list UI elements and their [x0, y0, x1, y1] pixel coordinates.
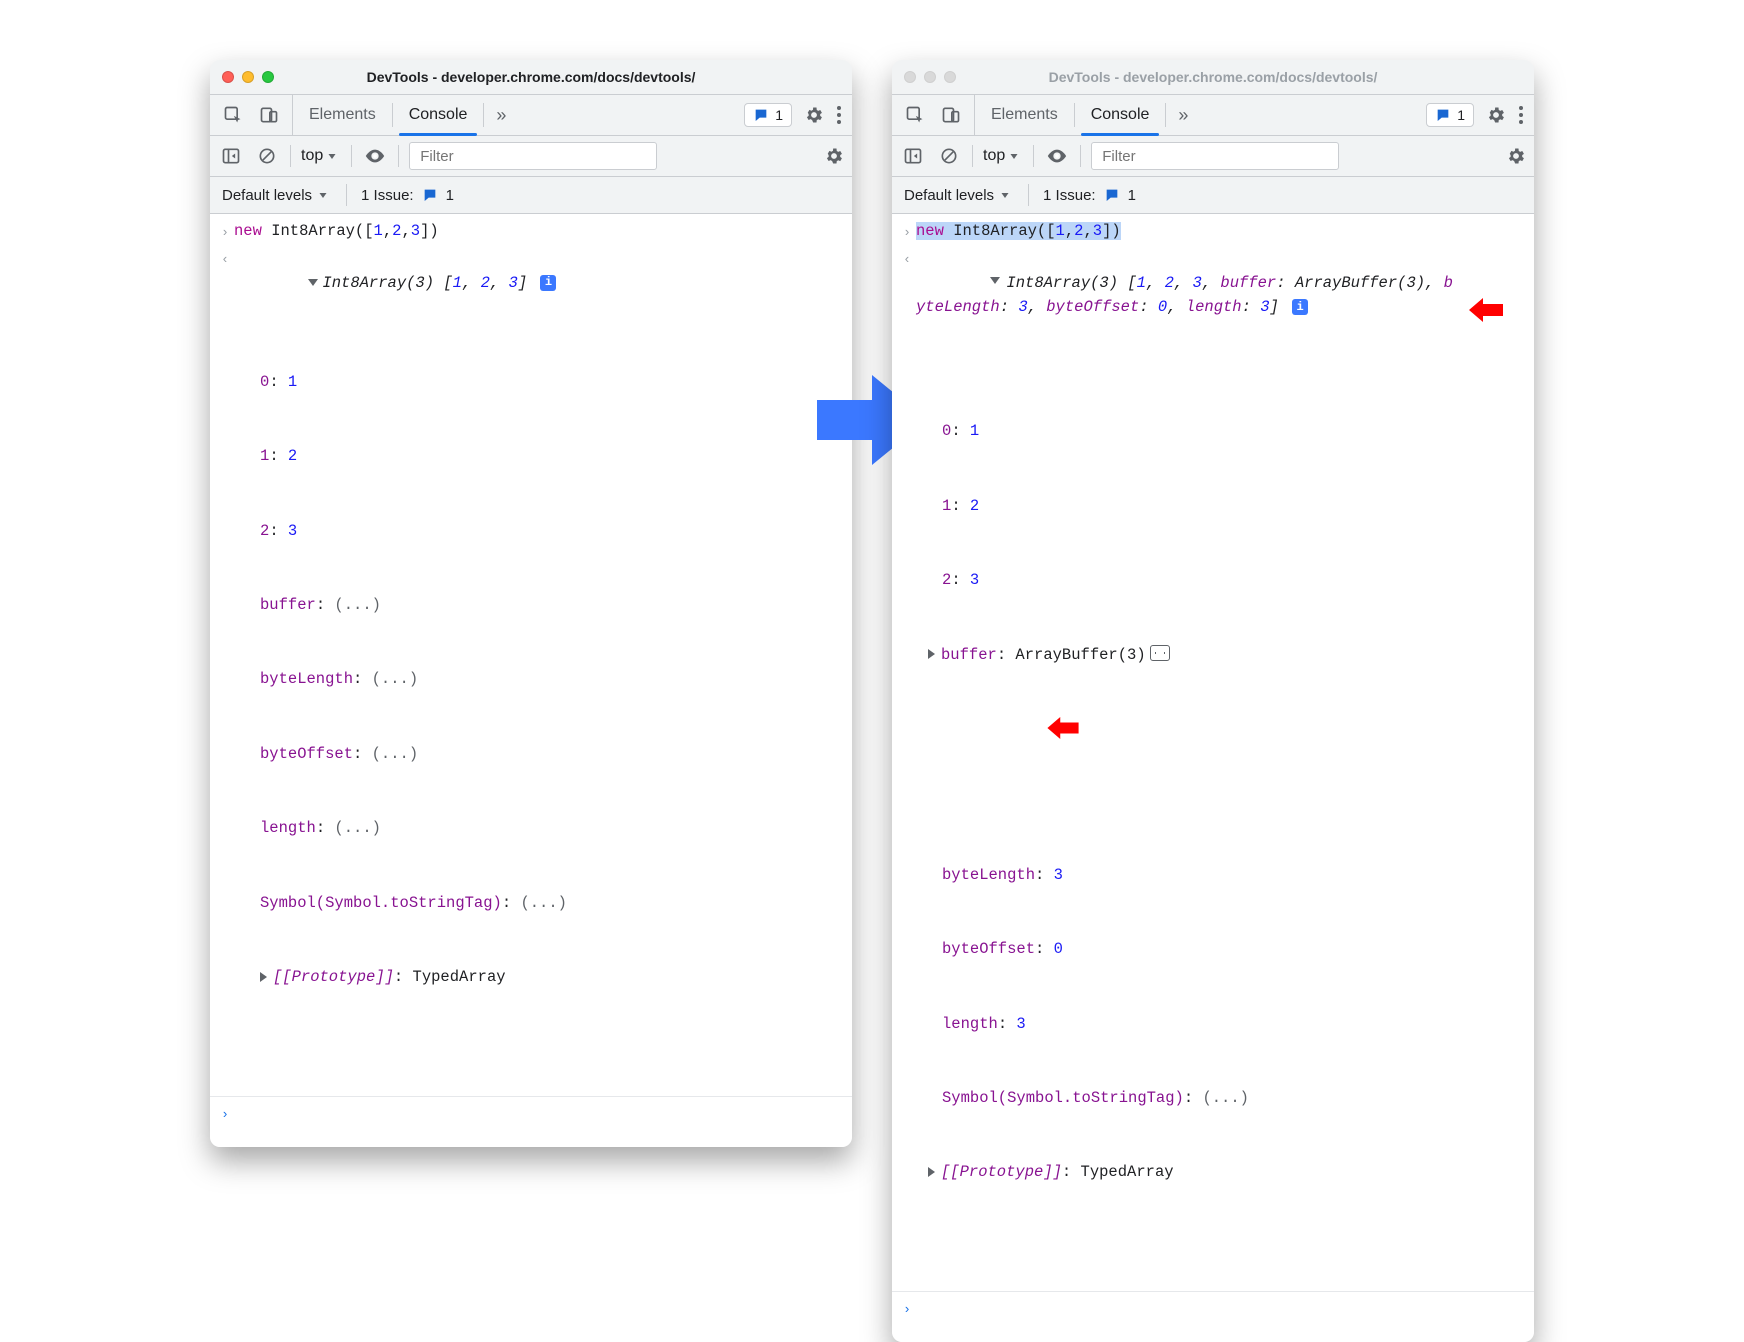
inspect-icon[interactable]: [222, 104, 244, 126]
info-icon[interactable]: i: [540, 275, 556, 291]
tab-console[interactable]: Console: [393, 95, 484, 135]
close-icon[interactable]: [222, 71, 234, 83]
console-toolbar: top: [892, 136, 1534, 177]
tab-label: Console: [409, 106, 468, 124]
tabs-overflow[interactable]: »: [484, 95, 518, 135]
tab-elements[interactable]: Elements: [293, 95, 392, 135]
prompt-icon: ›: [898, 1296, 916, 1321]
titlebar[interactable]: DevTools - developer.chrome.com/docs/dev…: [892, 60, 1534, 95]
output-marker-icon: ‹: [216, 246, 234, 271]
minimize-icon[interactable]: [242, 71, 254, 83]
tab-bar: Elements Console » 1: [210, 95, 852, 136]
input-marker-icon: ›: [898, 219, 916, 244]
issue-summary[interactable]: 1 Issue: 1: [361, 187, 454, 204]
kebab-menu-icon[interactable]: [1518, 105, 1524, 125]
console-prompt[interactable]: ›: [210, 1096, 852, 1127]
traffic-lights: [210, 71, 274, 83]
minimize-icon[interactable]: [924, 71, 936, 83]
tab-elements[interactable]: Elements: [975, 95, 1074, 135]
live-expression-icon[interactable]: [1044, 143, 1070, 169]
execution-context[interactable]: top: [983, 147, 1023, 165]
issues-count: 1: [775, 107, 783, 123]
console-input-echo: new Int8Array([1,2,3]): [916, 219, 1524, 244]
window-title: DevTools - developer.chrome.com/docs/dev…: [210, 69, 852, 85]
filter-input[interactable]: [409, 142, 657, 170]
tab-console[interactable]: Console: [1075, 95, 1166, 135]
issues-button[interactable]: 1: [1426, 103, 1474, 127]
info-icon[interactable]: i: [1292, 299, 1308, 315]
console-result[interactable]: Int8Array(3) [1, 2, 3, buffer: ArrayBuff…: [916, 246, 1524, 1285]
issues-count: 1: [1457, 107, 1465, 123]
expand-toggle-icon[interactable]: [928, 649, 935, 659]
output-marker-icon: ‹: [898, 246, 916, 271]
device-toggle-icon[interactable]: [940, 104, 962, 126]
memory-icon[interactable]: [1150, 645, 1170, 661]
input-marker-icon: ›: [216, 219, 234, 244]
expand-toggle-icon[interactable]: [260, 972, 267, 982]
settings-icon[interactable]: [1486, 105, 1506, 125]
console-settings-icon[interactable]: [824, 146, 844, 166]
console-output: › new Int8Array([1,2,3]) ‹ Int8Array(3) …: [892, 214, 1534, 1342]
expand-toggle-icon[interactable]: [308, 279, 318, 286]
titlebar[interactable]: DevTools - developer.chrome.com/docs/dev…: [210, 60, 852, 95]
message-icon: [422, 187, 438, 203]
window-title: DevTools - developer.chrome.com/docs/dev…: [892, 69, 1534, 85]
prompt-icon: ›: [216, 1101, 234, 1126]
console-subtoolbar: Default levels 1 Issue: 1: [892, 177, 1534, 214]
chevron-down-icon: [1002, 193, 1009, 198]
tab-label: Console: [1091, 106, 1150, 124]
device-toggle-icon[interactable]: [258, 104, 280, 126]
issues-button[interactable]: 1: [744, 103, 792, 127]
console-subtoolbar: Default levels 1 Issue: 1: [210, 177, 852, 214]
message-icon: [1435, 107, 1451, 123]
inspect-icon[interactable]: [904, 104, 926, 126]
chevron-down-icon: [329, 154, 336, 159]
settings-icon[interactable]: [804, 105, 824, 125]
console-sidebar-toggle-icon[interactable]: [218, 143, 244, 169]
close-icon[interactable]: [904, 71, 916, 83]
console-result[interactable]: Int8Array(3) [1, 2, 3] i 0: 1 1: 2 2: 3 …: [234, 246, 842, 1089]
tabs-overflow[interactable]: »: [1166, 95, 1200, 135]
tab-bar: Elements Console » 1: [892, 95, 1534, 136]
console-toolbar: top: [210, 136, 852, 177]
log-levels[interactable]: Default levels: [222, 187, 332, 204]
issue-summary[interactable]: 1 Issue: 1: [1043, 187, 1136, 204]
traffic-lights: [892, 71, 956, 83]
log-levels[interactable]: Default levels: [904, 187, 1014, 204]
zoom-icon[interactable]: [944, 71, 956, 83]
annotation-arrow-icon: [1469, 249, 1534, 372]
console-sidebar-toggle-icon[interactable]: [900, 143, 926, 169]
devtools-window-right: DevTools - developer.chrome.com/docs/dev…: [892, 60, 1534, 1342]
tab-label: Elements: [991, 106, 1058, 124]
expand-toggle-icon[interactable]: [928, 1167, 935, 1177]
expand-toggle-icon[interactable]: [990, 277, 1000, 284]
annotation-arrow-icon: [1046, 667, 1176, 788]
devtools-window-left: DevTools - developer.chrome.com/docs/dev…: [210, 60, 852, 1147]
filter-field[interactable]: [1100, 147, 1330, 166]
clear-console-icon[interactable]: [936, 143, 962, 169]
message-icon: [1104, 187, 1120, 203]
console-input-echo: new Int8Array([1,2,3]): [234, 219, 842, 244]
chevron-down-icon: [320, 193, 327, 198]
live-expression-icon[interactable]: [362, 143, 388, 169]
console-settings-icon[interactable]: [1506, 146, 1526, 166]
zoom-icon[interactable]: [262, 71, 274, 83]
filter-input[interactable]: [1091, 142, 1339, 170]
message-icon: [753, 107, 769, 123]
console-output: › new Int8Array([1,2,3]) ‹ Int8Array(3) …: [210, 214, 852, 1147]
filter-field[interactable]: [418, 147, 648, 166]
execution-context[interactable]: top: [301, 147, 341, 165]
console-prompt[interactable]: ›: [892, 1291, 1534, 1322]
kebab-menu-icon[interactable]: [836, 105, 842, 125]
chevron-down-icon: [1011, 154, 1018, 159]
tab-label: Elements: [309, 106, 376, 124]
clear-console-icon[interactable]: [254, 143, 280, 169]
